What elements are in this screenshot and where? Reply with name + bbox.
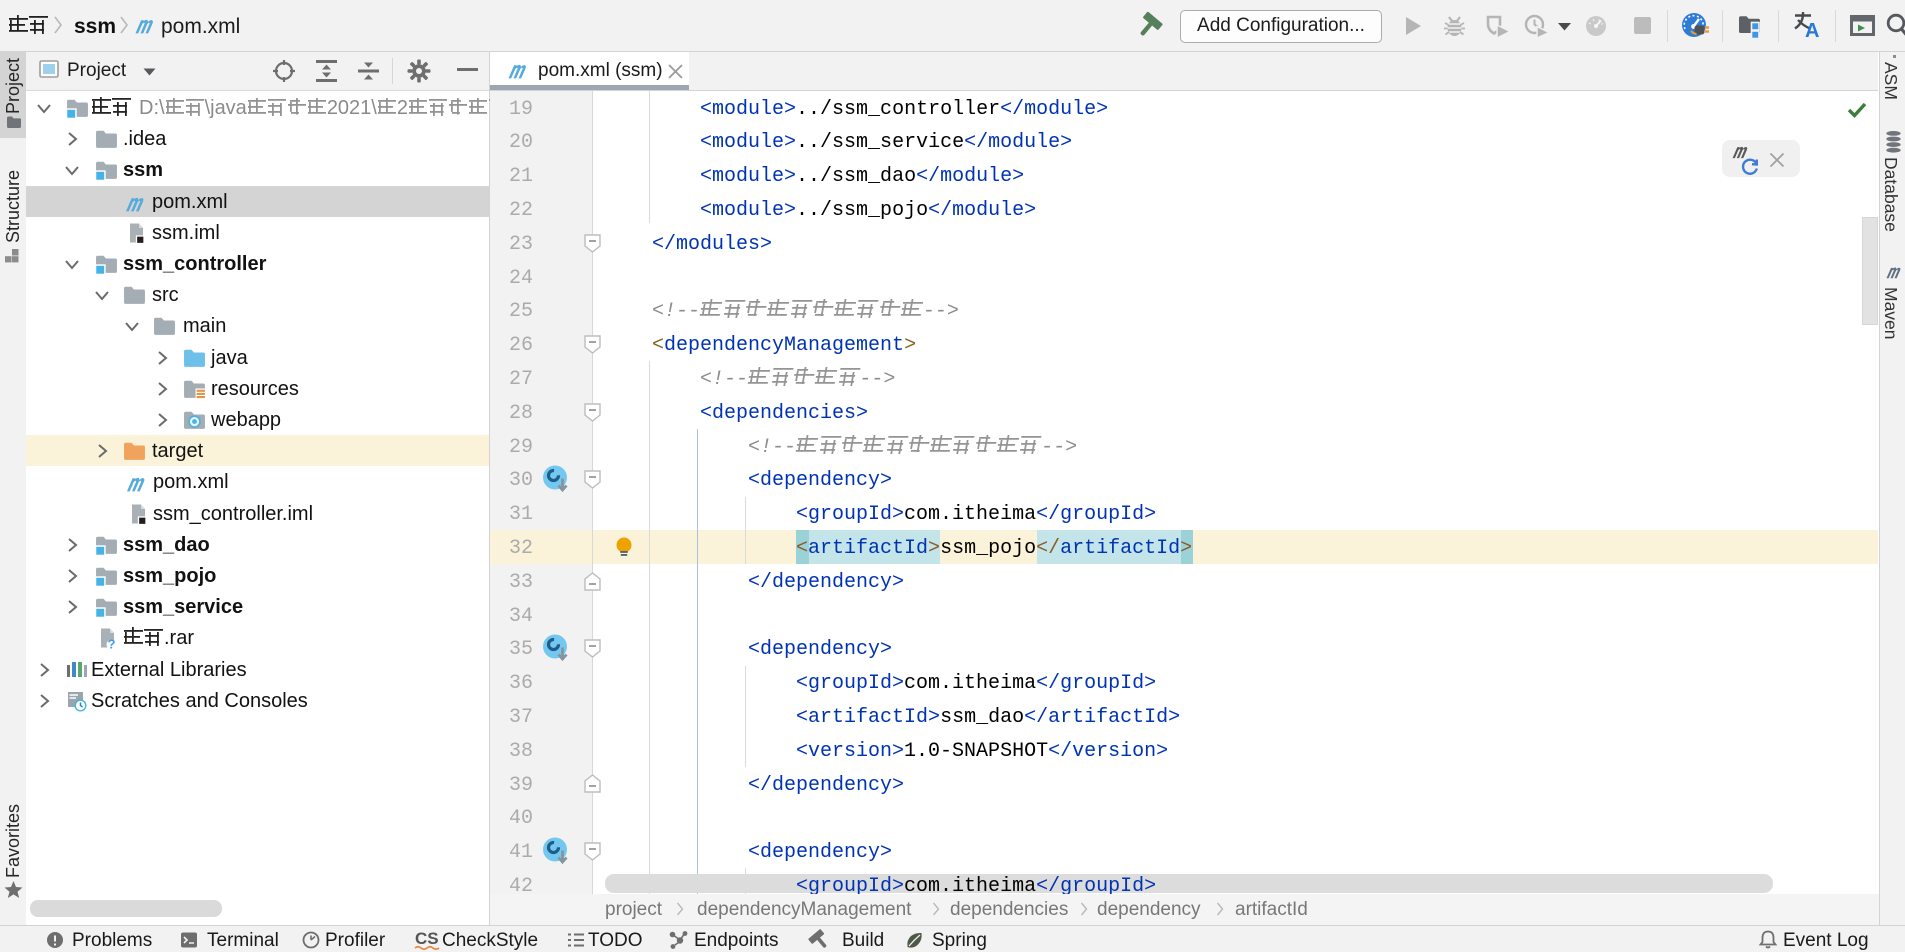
svg-text:?: ? <box>108 637 116 650</box>
